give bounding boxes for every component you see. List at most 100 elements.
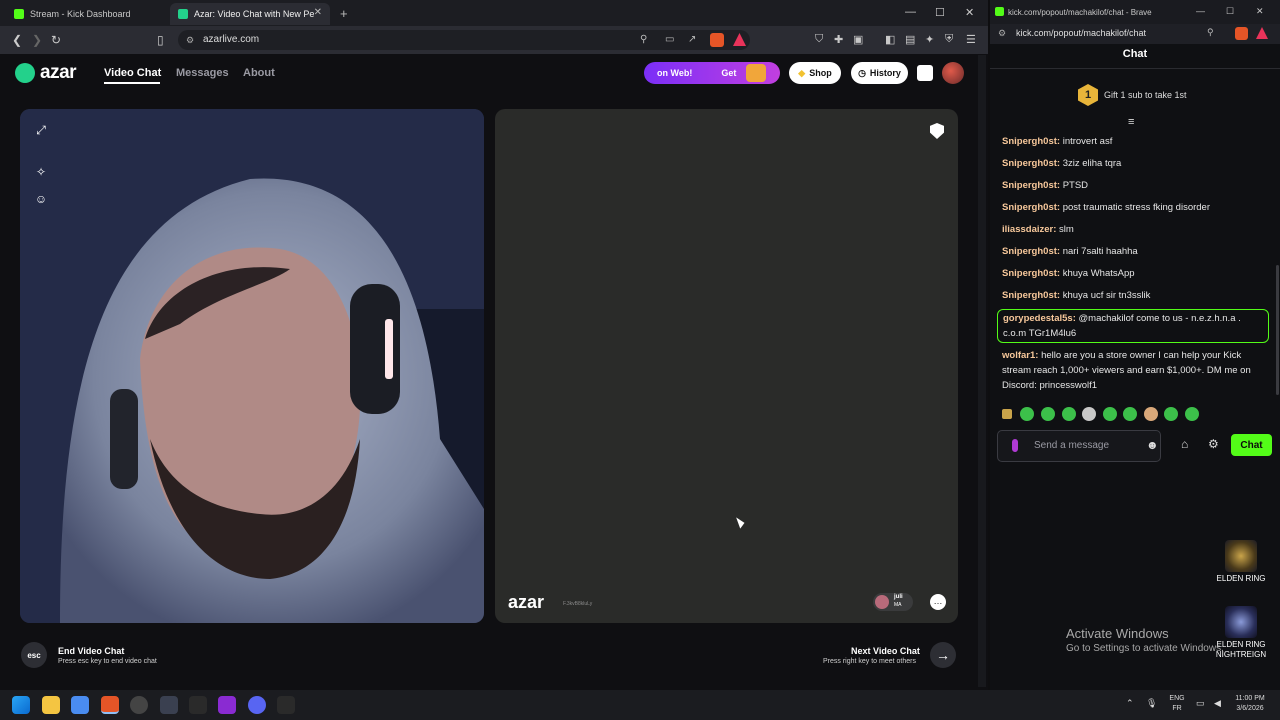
mic-tray-icon[interactable]: 🎙 <box>1146 698 1157 709</box>
leo-icon[interactable]: ✦ <box>925 33 934 46</box>
shop-button[interactable]: ◆ Shop <box>789 62 841 84</box>
close-tab-icon[interactable]: ✕ <box>314 7 322 18</box>
emote-icon[interactable] <box>1103 407 1117 421</box>
sticker-icon[interactable]: ☺ <box>31 189 51 209</box>
settings-gear-icon[interactable]: ⚙ <box>1208 437 1219 451</box>
brave-rewards-icon[interactable] <box>733 33 746 46</box>
next-app-icon[interactable] <box>218 696 236 714</box>
brave-taskbar-icon[interactable] <box>101 696 119 714</box>
report-shield-icon[interactable] <box>930 123 944 139</box>
site-info-icon[interactable]: ⚙ <box>186 30 194 50</box>
zoom-icon[interactable]: ⚲ <box>1207 27 1214 38</box>
elden-ring-nightreign-icon[interactable] <box>1225 606 1257 638</box>
forward-icon[interactable]: ❯ <box>32 33 42 47</box>
brave-shields-icon[interactable] <box>1235 27 1248 40</box>
site-info-icon[interactable]: ⚙ <box>998 28 1006 39</box>
chat-username[interactable]: Snipergh0st: <box>1002 136 1060 147</box>
zoom-icon[interactable]: ⚲ <box>640 30 647 50</box>
tab-kick-dashboard[interactable]: Stream - Kick Dashboard <box>6 3 166 25</box>
input-language[interactable]: ENG FR <box>1168 694 1186 714</box>
wallet-card-icon[interactable]: ▤ <box>905 33 915 46</box>
back-icon[interactable]: ❮ <box>12 33 22 47</box>
desktop-icon-label[interactable]: ELDEN RING <box>1209 574 1273 584</box>
store-app-icon[interactable] <box>71 696 89 714</box>
chat-scrollbar[interactable] <box>1276 265 1279 395</box>
microphone-icon[interactable] <box>1012 439 1018 452</box>
chat-bubble-icon[interactable]: … <box>930 594 946 610</box>
cast-icon[interactable]: ▭ <box>665 30 674 50</box>
popout-url[interactable]: kick.com/popout/machakilof/chat <box>1016 28 1146 38</box>
extensions-icon[interactable]: ✚ <box>834 33 843 46</box>
elden-ring-icon[interactable] <box>1225 540 1257 572</box>
g-app-icon[interactable] <box>189 696 207 714</box>
sidebar-icon[interactable]: ◧ <box>885 33 895 46</box>
chat-username[interactable]: Snipergh0st: <box>1002 268 1060 279</box>
tray-overflow-icon[interactable]: ⌃ <box>1126 698 1134 709</box>
history-button[interactable]: ◷ History <box>851 62 908 84</box>
esc-key-button[interactable]: esc <box>21 642 47 668</box>
chrome-dev-icon[interactable] <box>130 696 148 714</box>
inbox-icon[interactable] <box>917 65 933 81</box>
windows-start-icon[interactable] <box>12 696 30 714</box>
bookmark-icon[interactable]: ▯ <box>157 33 164 47</box>
maximize-icon[interactable]: ☐ <box>1226 6 1234 17</box>
maximize-icon[interactable]: ☐ <box>935 6 945 19</box>
wallet-icon[interactable]: ▣ <box>853 33 863 46</box>
close-window-icon[interactable]: ✕ <box>1256 6 1264 17</box>
discord-icon[interactable] <box>248 696 266 714</box>
vpn-icon[interactable]: ⛉ <box>815 33 823 46</box>
minimize-icon[interactable]: — <box>905 6 916 18</box>
profile-avatar[interactable] <box>942 62 964 84</box>
nav-video-chat[interactable]: Video Chat <box>104 67 161 79</box>
emote-icon[interactable] <box>1041 407 1055 421</box>
brave-rewards-icon[interactable] <box>1256 27 1268 39</box>
share-icon[interactable]: ↗ <box>688 30 696 50</box>
emote-icon[interactable] <box>1123 407 1137 421</box>
reload-icon[interactable]: ↻ <box>51 33 61 47</box>
azar-logo-icon[interactable] <box>15 63 35 83</box>
emote-icon[interactable] <box>1062 407 1076 421</box>
chat-username[interactable]: Snipergh0st: <box>1002 158 1060 169</box>
gift-sub-banner[interactable]: 1 Gift 1 sub to take 1st <box>1078 84 1187 106</box>
new-tab-button[interactable]: + <box>340 6 348 21</box>
chat-username[interactable]: Snipergh0st: <box>1002 290 1060 301</box>
emote-icon[interactable] <box>1144 407 1158 421</box>
chat-username[interactable]: Snipergh0st: <box>1002 246 1060 257</box>
chat-username[interactable]: gorypedestal5s: <box>1003 313 1076 324</box>
filter-icon[interactable]: ≡ <box>1128 116 1134 128</box>
page-scrollbar[interactable] <box>978 55 986 687</box>
nav-messages[interactable]: Messages <box>176 67 229 79</box>
network-icon[interactable]: ▭ <box>1196 698 1205 709</box>
emoji-picker-icon[interactable]: ☻ <box>1146 438 1159 452</box>
emote-icon[interactable] <box>1185 407 1199 421</box>
fullscreen-icon[interactable]: ⤢ <box>31 120 51 140</box>
chat-username[interactable]: Snipergh0st: <box>1002 180 1060 191</box>
partner-info-chip[interactable]: juli MA <box>873 593 913 611</box>
emote-icon[interactable] <box>1020 407 1034 421</box>
chat-send-button[interactable]: Chat <box>1231 434 1272 456</box>
emote-icon[interactable] <box>1082 407 1096 421</box>
shield-icon[interactable]: ⛨ <box>945 33 953 46</box>
end-video-chat-title[interactable]: End Video Chat <box>58 646 124 656</box>
brave-shields-icon[interactable] <box>710 33 724 47</box>
store-icon[interactable]: ⌂ <box>1181 437 1188 451</box>
promo-banner-button[interactable]: on Web! Get <box>644 62 780 84</box>
url-field[interactable]: ⚙ azarlive.com ⚲ ▭ ↗ <box>178 30 750 50</box>
file-explorer-icon[interactable] <box>42 696 60 714</box>
menu-icon[interactable]: ☰ <box>966 33 976 46</box>
chat-username[interactable]: wolfar1: <box>1002 350 1038 361</box>
steam-icon[interactable] <box>160 696 178 714</box>
next-arrow-button[interactable]: → <box>930 642 956 668</box>
chat-username[interactable]: iliassdaizer: <box>1002 224 1056 235</box>
chat-username[interactable]: Snipergh0st: <box>1002 202 1060 213</box>
azar-logo[interactable]: azar <box>40 62 77 84</box>
g-app-2-icon[interactable] <box>277 696 295 714</box>
clock[interactable]: 11:00 PM 3/6/2026 <box>1228 694 1272 714</box>
volume-icon[interactable]: ◀ <box>1214 698 1221 709</box>
magic-wand-icon[interactable]: ✧ <box>31 162 51 182</box>
nav-about[interactable]: About <box>243 67 275 79</box>
next-video-chat-title[interactable]: Next Video Chat <box>851 646 920 656</box>
chat-message-input[interactable]: Send a message ☻ <box>997 430 1161 462</box>
emote-box-icon[interactable] <box>1002 409 1012 419</box>
minimize-icon[interactable]: — <box>1196 6 1205 16</box>
